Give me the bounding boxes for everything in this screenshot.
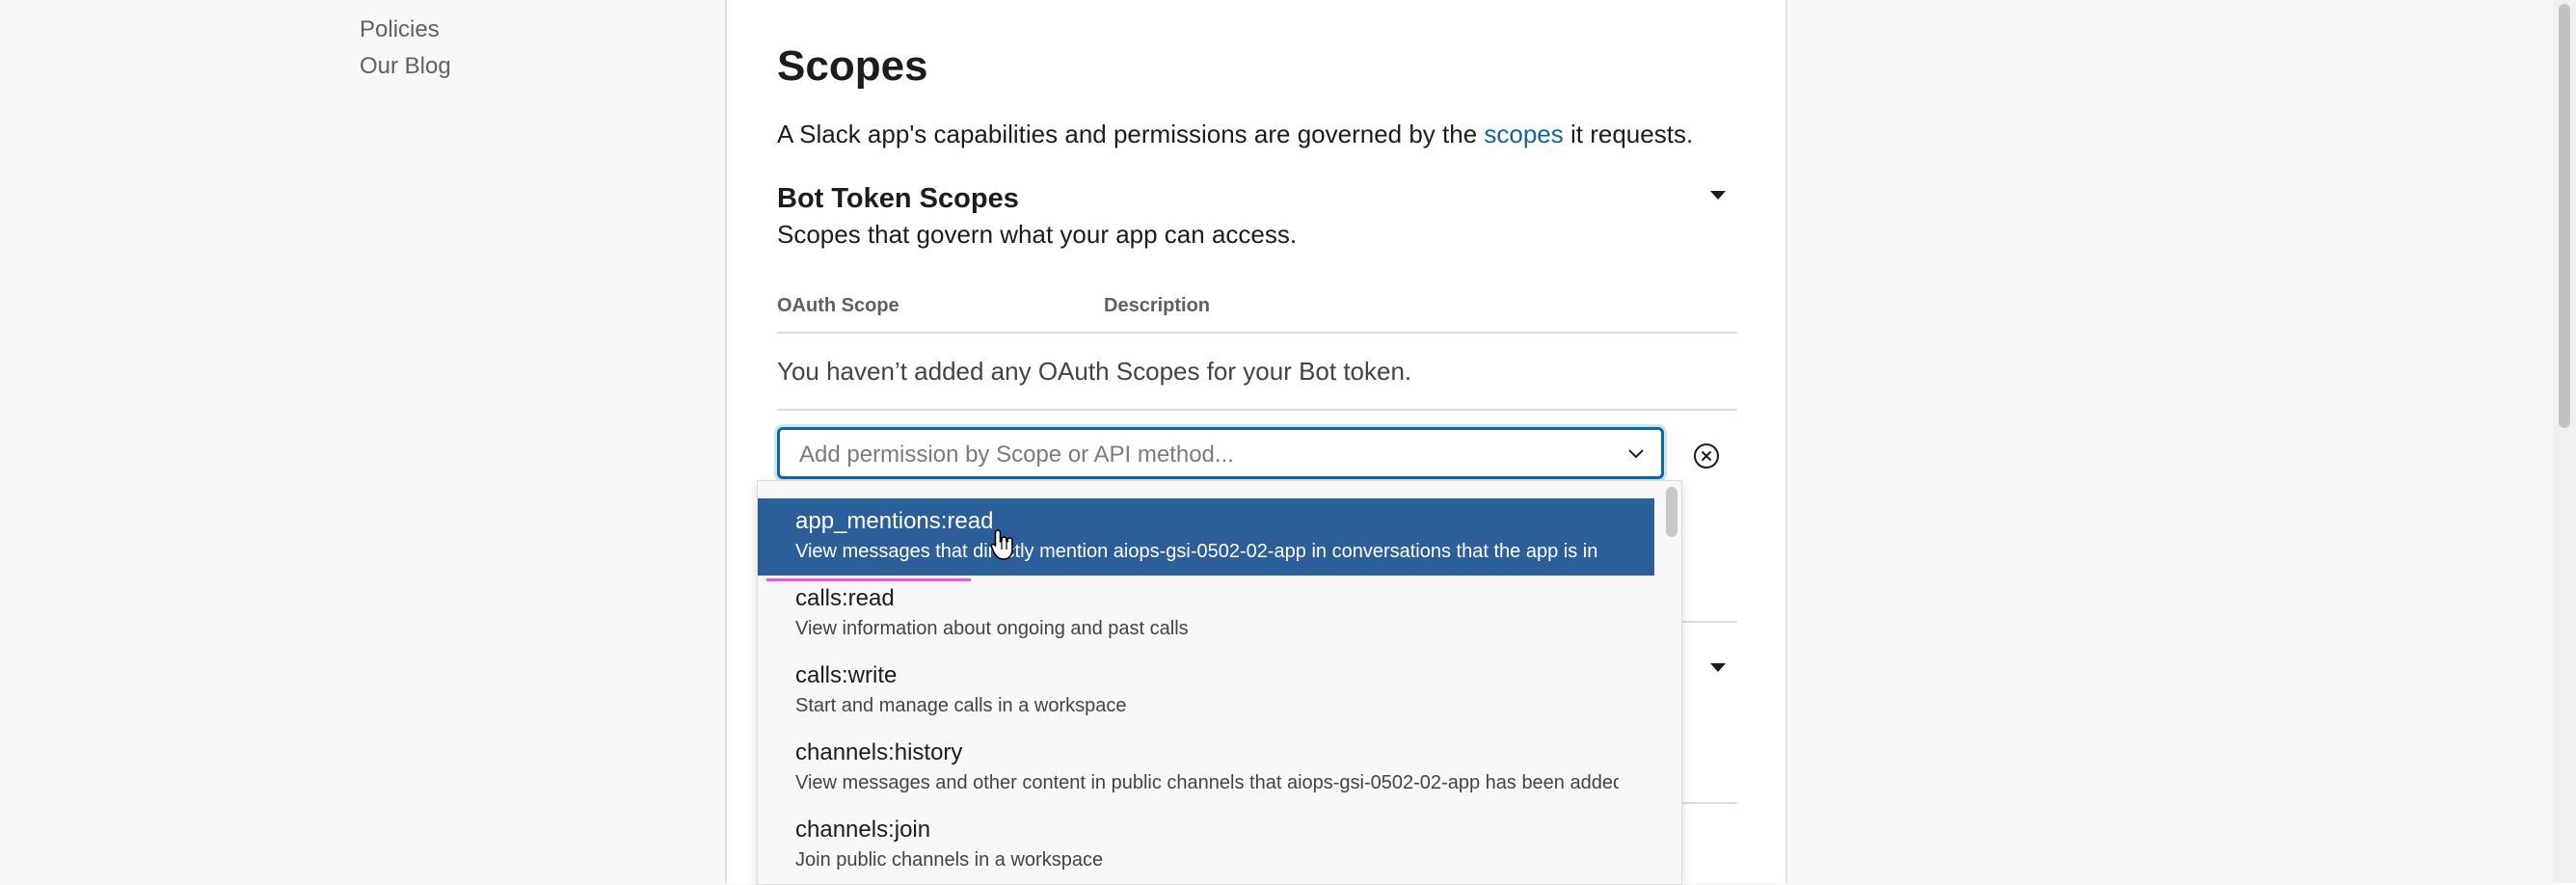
- option-scope-description: View messages and other content in publi…: [795, 772, 1619, 793]
- scopes-intro: A Slack app's capabilities and permissio…: [777, 120, 1693, 149]
- add-permission-input[interactable]: [797, 440, 1592, 470]
- divider: [777, 332, 1737, 334]
- scopes-title: Scopes: [777, 42, 928, 90]
- option-scope-name: channels:history: [795, 739, 963, 765]
- scopes-intro-text-end: it requests.: [1563, 120, 1694, 148]
- option-scope-name: channels:join: [795, 817, 931, 843]
- collapse-caret-icon[interactable]: [1710, 663, 1726, 672]
- option-channels-history[interactable]: channels:history View messages and other…: [758, 730, 1654, 807]
- sidebar-link-our-blog[interactable]: Our Blog: [360, 48, 451, 85]
- dropdown-scrollbar[interactable]: [1666, 487, 1677, 537]
- divider: [777, 409, 1737, 411]
- page-scrollbar[interactable]: [2553, 0, 2576, 883]
- page-scrollbar-thumb[interactable]: [2559, 4, 2570, 428]
- option-app-mentions-read[interactable]: app_mentions:read View messages that dir…: [758, 498, 1654, 576]
- hand-pointer-cursor-icon: [990, 529, 1013, 560]
- option-scope-description: Join public channels in a workspace: [795, 849, 1104, 871]
- permission-dropdown-list[interactable]: app_mentions:read View messages that dir…: [757, 480, 1682, 885]
- option-channels-join[interactable]: channels:join Join public channels in a …: [758, 807, 1654, 884]
- option-scope-description: View information about ongoing and past …: [795, 618, 1189, 639]
- collapse-caret-icon[interactable]: [1710, 191, 1726, 200]
- option-scope-description: View messages that directly mention aiop…: [795, 541, 1598, 562]
- highlight-underline: [766, 578, 971, 581]
- scopes-intro-text: A Slack app's capabilities and permissio…: [777, 120, 1485, 148]
- option-calls-write[interactable]: calls:write Start and manage calls in a …: [758, 653, 1654, 730]
- column-header-oauth-scope: OAuth Scope: [777, 295, 899, 316]
- scopes-link[interactable]: scopes: [1484, 120, 1563, 148]
- option-scope-name: calls:write: [795, 662, 898, 688]
- option-calls-read[interactable]: calls:read View information about ongoin…: [758, 576, 1654, 653]
- sidebar-link-policies[interactable]: Policies: [360, 12, 451, 48]
- chevron-down-icon[interactable]: [1624, 442, 1648, 465]
- add-permission-combobox[interactable]: [777, 427, 1664, 479]
- column-header-description: Description: [1104, 295, 1211, 316]
- clear-circle-icon[interactable]: [1692, 442, 1721, 470]
- option-scope-name: calls:read: [795, 585, 895, 611]
- option-scope-name: app_mentions:read: [795, 508, 994, 534]
- sidebar-nav: Policies Our Blog: [360, 12, 451, 85]
- bot-token-scopes-description: Scopes that govern what your app can acc…: [777, 220, 1298, 249]
- bot-token-scopes-title: Bot Token Scopes: [777, 183, 1019, 214]
- option-scope-description: Start and manage calls in a workspace: [795, 695, 1127, 716]
- empty-scopes-message: You haven’t added any OAuth Scopes for y…: [777, 357, 1412, 386]
